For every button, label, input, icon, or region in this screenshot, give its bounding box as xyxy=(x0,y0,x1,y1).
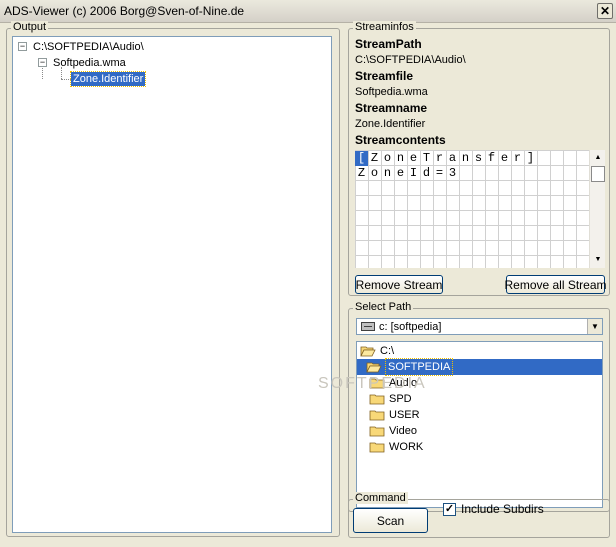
folder-list[interactable]: C:\ SOFTPEDIA Audio SPD USER Video WORK xyxy=(356,341,603,508)
grid-cell[interactable]: e xyxy=(394,166,407,181)
stream-contents-grid[interactable]: [Zo n e Tr a n s f e r] Zo n e Id = 3 ▲ ▼ xyxy=(355,150,605,268)
grid-cell[interactable]: f xyxy=(485,151,498,166)
folder-item[interactable]: C:\ xyxy=(360,343,394,359)
stream-file-label: Streamfile xyxy=(355,69,414,83)
stream-name-label: Streamname xyxy=(355,101,428,115)
grid-cell[interactable]: n xyxy=(381,166,394,181)
include-subdirs-label[interactable]: Include Subdirs xyxy=(461,502,544,516)
output-legend: Output xyxy=(11,21,49,33)
tree-node-file[interactable]: Softpedia.wma xyxy=(53,56,126,70)
drive-select[interactable]: c: [softpedia] ▼ xyxy=(356,318,603,335)
folder-item[interactable]: WORK xyxy=(369,439,423,455)
grid-cell[interactable]: n xyxy=(459,151,472,166)
tree-collapse-icon[interactable]: − xyxy=(18,42,27,51)
title-bar[interactable]: ADS-Viewer (c) 2006 Borg@Sven-of-Nine.de… xyxy=(0,0,616,23)
streaminfos-legend: Streaminfos xyxy=(353,21,416,33)
folder-label: USER xyxy=(389,409,420,421)
grid-cell[interactable]: s xyxy=(472,151,485,166)
close-button[interactable]: ✕ xyxy=(597,3,613,19)
folder-open-icon xyxy=(366,361,386,373)
select-path-legend: Select Path xyxy=(353,301,414,313)
scroll-down-icon[interactable]: ▼ xyxy=(591,253,605,267)
window-client: Output − C:\SOFTPEDIA\Audio\ − Softpedia… xyxy=(0,21,616,547)
close-icon: ✕ xyxy=(599,4,611,18)
folder-label: C:\ xyxy=(380,345,395,357)
grid-cell[interactable]: r xyxy=(433,151,446,166)
grid-cell[interactable]: Z xyxy=(355,166,368,181)
stream-name-value: Zone.Identifier xyxy=(355,118,426,130)
drive-select-value: c: [softpedia] xyxy=(379,320,442,333)
folder-icon xyxy=(369,393,389,405)
folder-label: SOFTPEDIA xyxy=(384,358,454,376)
stream-path-label: StreamPath xyxy=(355,37,422,51)
tree-node-root[interactable]: C:\SOFTPEDIA\Audio\ xyxy=(33,40,144,54)
folder-icon xyxy=(369,377,389,389)
grid-cell[interactable]: ] xyxy=(524,151,537,166)
folder-open-icon xyxy=(360,345,380,357)
grid-cell[interactable]: e xyxy=(407,151,420,166)
command-legend: Command xyxy=(353,492,408,504)
chevron-down-icon[interactable]: ▼ xyxy=(587,319,602,334)
folder-item[interactable]: USER xyxy=(369,407,420,423)
window-title: ADS-Viewer (c) 2006 Borg@Sven-of-Nine.de xyxy=(4,4,245,18)
tree-connector xyxy=(61,79,71,80)
grid-cell[interactable]: [ xyxy=(355,151,368,166)
grid-cell[interactable]: d xyxy=(420,166,433,181)
grid-cell[interactable]: e xyxy=(498,151,511,166)
stream-contents-scrollbar[interactable]: ▲ ▼ xyxy=(589,150,605,268)
stream-path-value: C:\SOFTPEDIA\Audio\ xyxy=(355,54,466,66)
grid-cell[interactable]: Z xyxy=(368,151,381,166)
folder-item[interactable]: Video xyxy=(369,423,417,439)
folder-item[interactable]: Audio xyxy=(369,375,417,391)
folder-item-selected[interactable]: SOFTPEDIA xyxy=(357,358,602,376)
grid-cell[interactable]: n xyxy=(394,151,407,166)
folder-icon xyxy=(369,409,389,421)
grid-cell[interactable]: a xyxy=(446,151,459,166)
folder-icon xyxy=(369,425,389,437)
folder-label: Audio xyxy=(389,377,418,389)
grid-cell[interactable]: o xyxy=(381,151,394,166)
grid-row: Zo n e Id = 3 xyxy=(355,166,459,181)
scan-button[interactable]: Scan xyxy=(353,508,428,533)
folder-item[interactable]: SPD xyxy=(369,391,412,407)
remove-stream-button[interactable]: Remove Stream xyxy=(355,275,443,294)
scroll-up-icon[interactable]: ▲ xyxy=(591,151,605,165)
grid-cell[interactable]: T xyxy=(420,151,433,166)
folder-icon xyxy=(369,441,389,453)
remove-all-stream-button[interactable]: Remove all Stream xyxy=(504,275,607,294)
folder-label: SPD xyxy=(389,393,412,405)
grid-cell[interactable]: = xyxy=(433,166,446,181)
output-tree[interactable]: − C:\SOFTPEDIA\Audio\ − Softpedia.wma Zo… xyxy=(12,36,332,533)
include-subdirs-checkbox[interactable]: ✓ xyxy=(443,503,456,516)
grid-cell[interactable]: 3 xyxy=(446,166,459,181)
hard-drive-icon xyxy=(361,322,375,331)
tree-node-stream-selected[interactable]: Zone.Identifier xyxy=(69,71,147,87)
grid-cell[interactable]: r xyxy=(511,151,524,166)
folder-label: Video xyxy=(389,425,417,437)
scroll-thumb[interactable] xyxy=(591,166,605,182)
grid-cell[interactable]: I xyxy=(407,166,420,181)
folder-label: WORK xyxy=(389,441,424,453)
checkmark-icon: ✓ xyxy=(444,503,455,515)
grid-cell[interactable]: o xyxy=(368,166,381,181)
stream-file-value: Softpedia.wma xyxy=(355,86,428,98)
tree-collapse-icon[interactable]: − xyxy=(38,58,47,67)
grid-row: [Zo n e Tr a n s f e r] xyxy=(355,151,537,166)
stream-contents-label: Streamcontents xyxy=(355,133,446,147)
